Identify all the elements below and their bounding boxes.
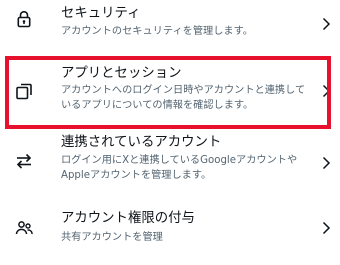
chevron-right-icon	[322, 17, 331, 31]
settings-item-description: 共有アカウントを管理	[61, 232, 163, 243]
settings-list: セキュリティ アカウントのセキュリティを管理します。 アプリとセッション アカウ…	[0, 0, 340, 265]
stacked-windows-icon	[16, 83, 32, 100]
lock-icon	[17, 10, 31, 28]
chevron-right-icon	[322, 84, 331, 98]
settings-item-description: アカウントのセキュリティを管理します。	[61, 26, 253, 37]
settings-item-title: アプリとセッション	[61, 66, 182, 81]
people-icon	[15, 221, 33, 235]
settings-item-title: 連携されているアカウント	[61, 135, 222, 150]
settings-item-title: セキュリティ	[61, 6, 141, 21]
chevron-right-icon	[322, 156, 331, 170]
chevron-right-icon	[322, 221, 331, 235]
swap-arrows-icon	[16, 153, 32, 169]
settings-item-description: ログイン用にXと連携しているGoogleアカウントやAppleアカウントを管理し…	[61, 155, 298, 181]
settings-item-title: アカウント権限の付与	[61, 211, 195, 226]
settings-item-description: アカウントへのログイン日時やアカウントと連携しているアプリについての情報を確認し…	[61, 85, 306, 111]
